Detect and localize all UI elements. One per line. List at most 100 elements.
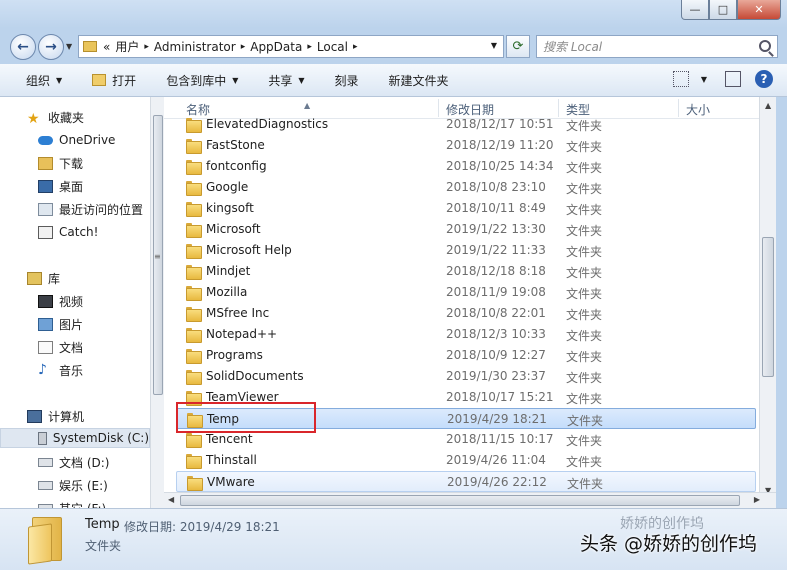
nav-desktop[interactable]: 桌面 xyxy=(38,176,83,196)
file-name[interactable]: Notepad++ xyxy=(206,327,277,341)
recent-pages-dropdown[interactable]: ▼ xyxy=(66,42,72,51)
new-folder-button[interactable]: 新建文件夹 xyxy=(389,72,449,89)
file-row[interactable]: Mozilla 2018/11/9 19:08 文件夹 xyxy=(176,282,756,303)
nav-drive-c[interactable]: SystemDisk (C:) xyxy=(0,428,150,448)
file-row[interactable]: MSfree Inc 2018/10/8 22:01 文件夹 xyxy=(176,303,756,324)
file-name[interactable]: Microsoft Help xyxy=(206,243,292,257)
nav-onedrive[interactable]: OneDrive xyxy=(38,130,115,150)
nav-drive-e[interactable]: 娱乐 (E:) xyxy=(38,475,108,495)
change-view-icon[interactable] xyxy=(672,71,689,87)
file-type: 文件夹 xyxy=(567,477,604,491)
file-name[interactable]: Microsoft xyxy=(206,222,261,236)
nav-pictures[interactable]: 图片 xyxy=(38,314,83,334)
refresh-button[interactable]: ⟳ xyxy=(506,35,530,58)
scroll-right-icon[interactable]: ▶ xyxy=(754,495,760,504)
file-name[interactable]: ElevatedDiagnostics xyxy=(206,117,328,131)
file-name[interactable]: Tencent xyxy=(206,432,253,446)
breadcrumb-prefix[interactable]: « xyxy=(103,40,110,54)
file-name[interactable]: Google xyxy=(206,180,248,194)
address-bar[interactable]: « 用户 ▸ Administrator ▸ AppData ▸ Local ▸… xyxy=(78,35,504,58)
file-row[interactable]: Microsoft 2019/1/22 13:30 文件夹 xyxy=(176,219,756,240)
nav-drive-d[interactable]: 文档 (D:) xyxy=(38,452,109,472)
file-type: 文件夹 xyxy=(566,455,603,469)
file-name[interactable]: SolidDocuments xyxy=(206,369,304,383)
breadcrumb-separator[interactable]: ▸ xyxy=(307,42,312,52)
close-button[interactable]: ✕ xyxy=(737,0,781,20)
catch-icon xyxy=(38,225,53,239)
nav-music[interactable]: ♪ 音乐 xyxy=(38,360,83,380)
video-icon xyxy=(38,294,53,308)
nav-computer[interactable]: 计算机 xyxy=(27,406,84,426)
organize-button[interactable]: 组织 ▼ xyxy=(26,72,62,89)
file-name[interactable]: FastStone xyxy=(206,138,265,152)
nav-favorites[interactable]: ★ 收藏夹 xyxy=(27,107,84,127)
file-name[interactable]: fontconfig xyxy=(206,159,267,173)
file-row[interactable]: ElevatedDiagnostics 2018/12/17 10:51 文件夹 xyxy=(176,114,756,135)
file-row[interactable]: Microsoft Help 2019/1/22 11:33 文件夹 xyxy=(176,240,756,261)
view-dropdown-icon[interactable]: ▼ xyxy=(701,75,707,84)
breadcrumb-users[interactable]: 用户 xyxy=(115,38,139,55)
file-row[interactable]: Programs 2018/10/9 12:27 文件夹 xyxy=(176,345,756,366)
search-icon[interactable] xyxy=(759,40,771,52)
folder-icon xyxy=(186,181,202,196)
nav-downloads[interactable]: 下载 xyxy=(38,153,83,173)
help-icon[interactable]: ? xyxy=(755,70,773,88)
nav-label: 文档 (D:) xyxy=(59,455,110,470)
file-modified: 2019/1/22 11:33 xyxy=(446,243,546,257)
breadcrumb-appdata[interactable]: AppData xyxy=(250,40,302,54)
nav-recent-places[interactable]: 最近访问的位置 xyxy=(38,199,143,219)
scrollbar-thumb[interactable] xyxy=(762,237,774,377)
file-modified: 2019/4/29 18:21 xyxy=(447,412,547,426)
breadcrumb-administrator[interactable]: Administrator xyxy=(154,40,236,54)
file-name[interactable]: kingsoft xyxy=(206,201,254,215)
horizontal-scrollbar[interactable]: ◀ ▶ xyxy=(164,492,776,508)
nav-drive-f[interactable]: 其它 (F:) xyxy=(38,498,106,508)
breadcrumb-separator[interactable]: ▸ xyxy=(353,42,358,52)
scroll-left-icon[interactable]: ◀ xyxy=(168,495,174,504)
file-name[interactable]: Mozilla xyxy=(206,285,247,299)
navigation-scrollbar[interactable]: ≡ xyxy=(150,97,164,508)
file-row[interactable]: Notepad++ 2018/12/3 10:33 文件夹 xyxy=(176,324,756,345)
file-row[interactable]: fontconfig 2018/10/25 14:34 文件夹 xyxy=(176,156,756,177)
nav-libraries[interactable]: 库 xyxy=(27,268,60,288)
breadcrumb-separator[interactable]: ▸ xyxy=(241,42,246,52)
breadcrumb-separator[interactable]: ▸ xyxy=(144,42,149,52)
folder-icon xyxy=(186,265,202,280)
address-dropdown-icon[interactable]: ▼ xyxy=(491,41,497,50)
vertical-scrollbar[interactable]: ▲ ▼ xyxy=(759,97,776,497)
file-row[interactable]: VMware 2019/4/26 22:12 文件夹 xyxy=(176,471,756,492)
forward-button[interactable]: → xyxy=(38,34,64,60)
file-row[interactable]: Thinstall 2019/4/26 11:04 文件夹 xyxy=(176,450,756,471)
burn-button[interactable]: 刻录 xyxy=(335,72,359,89)
file-name[interactable]: Mindjet xyxy=(206,264,250,278)
file-row[interactable]: Mindjet 2018/12/18 8:18 文件夹 xyxy=(176,261,756,282)
scroll-up-icon[interactable]: ▲ xyxy=(765,101,771,110)
open-button[interactable]: 打开 xyxy=(92,72,136,89)
file-modified: 2018/10/11 8:49 xyxy=(446,201,546,215)
file-row[interactable]: Google 2018/10/8 23:10 文件夹 xyxy=(176,177,756,198)
file-row[interactable]: SolidDocuments 2019/1/30 23:37 文件夹 xyxy=(176,366,756,387)
drive-icon xyxy=(38,480,53,490)
file-type: 文件夹 xyxy=(566,119,603,133)
file-row[interactable]: FastStone 2018/12/19 11:20 文件夹 xyxy=(176,135,756,156)
folder-icon xyxy=(186,328,202,343)
nav-catch[interactable]: Catch! xyxy=(38,222,98,242)
minimize-button[interactable]: — xyxy=(681,0,709,20)
search-input[interactable]: 搜索 Local xyxy=(536,35,778,58)
file-name[interactable]: VMware xyxy=(207,475,255,489)
highlight-box xyxy=(176,402,316,433)
file-modified: 2019/4/26 11:04 xyxy=(446,453,546,467)
breadcrumb-local[interactable]: Local xyxy=(317,40,348,54)
back-button[interactable]: ← xyxy=(10,34,36,60)
share-button[interactable]: 共享 ▼ xyxy=(268,72,304,89)
file-name[interactable]: Thinstall xyxy=(206,453,257,467)
nav-videos[interactable]: 视频 xyxy=(38,291,83,311)
file-name[interactable]: Programs xyxy=(206,348,263,362)
file-row[interactable]: kingsoft 2018/10/11 8:49 文件夹 xyxy=(176,198,756,219)
nav-documents[interactable]: 文档 xyxy=(38,337,83,357)
file-name[interactable]: MSfree Inc xyxy=(206,306,269,320)
preview-pane-icon[interactable] xyxy=(725,71,741,87)
include-in-library-button[interactable]: 包含到库中 ▼ xyxy=(166,72,238,89)
maximize-button[interactable]: □ xyxy=(709,0,737,20)
scrollbar-thumb[interactable] xyxy=(180,495,740,506)
